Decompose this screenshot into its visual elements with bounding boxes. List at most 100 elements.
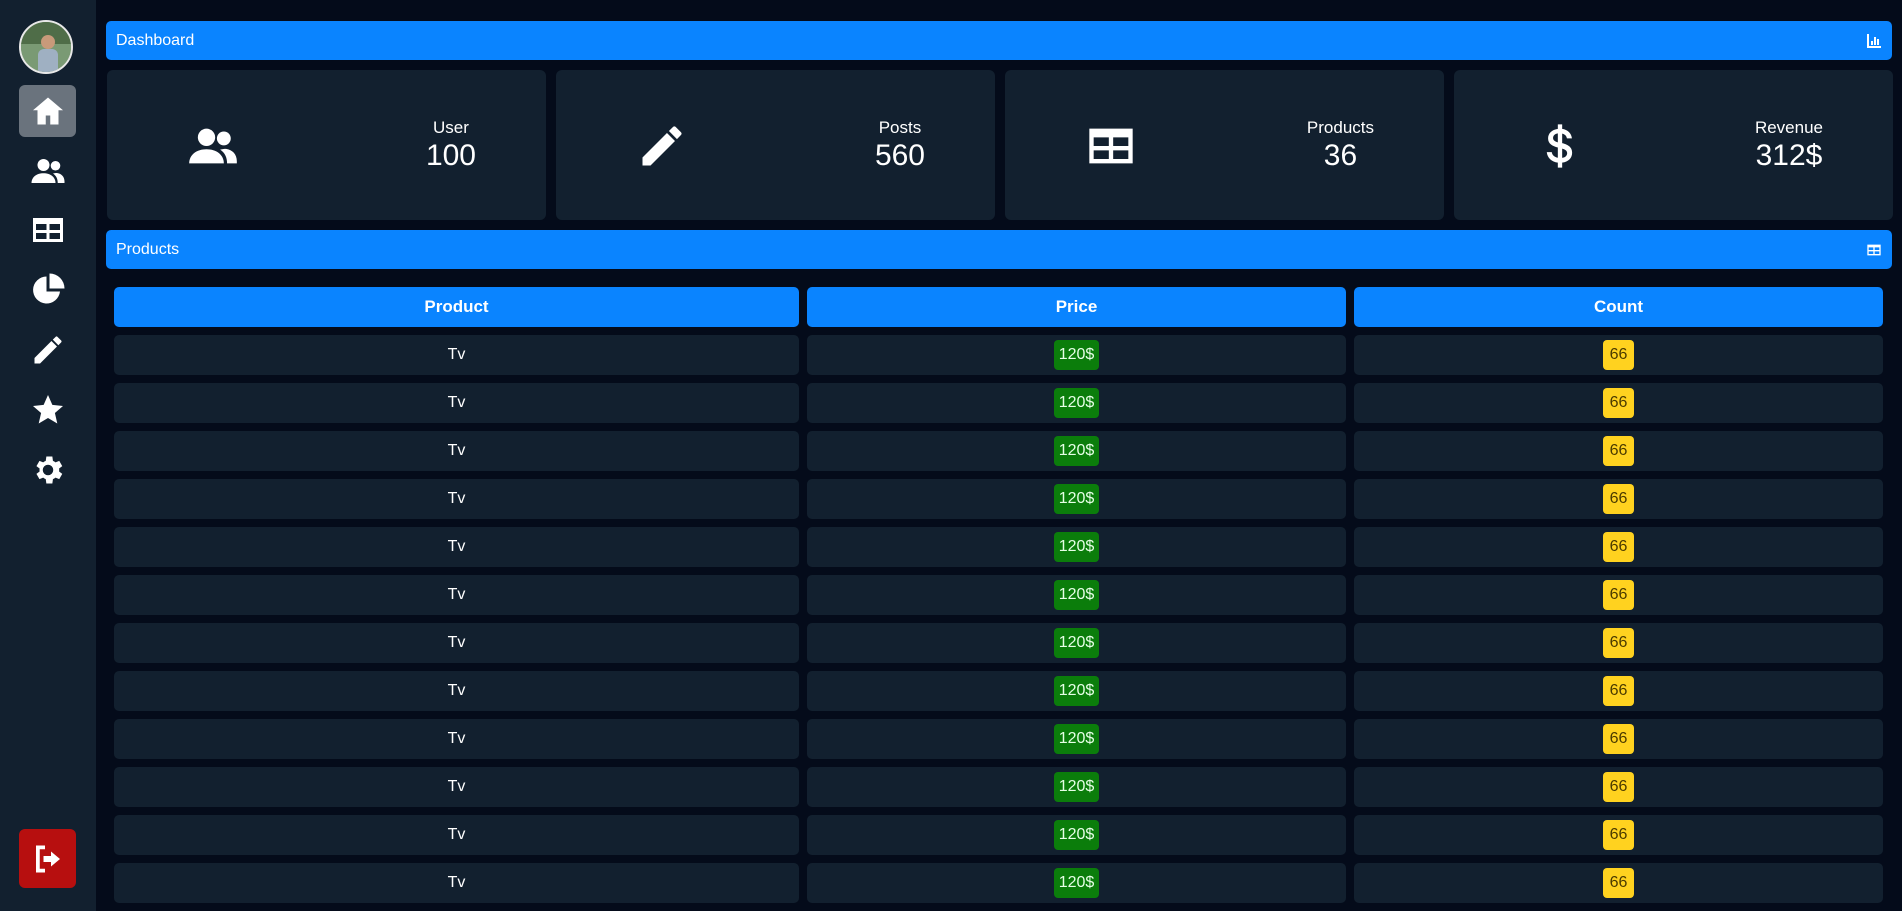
star-icon xyxy=(32,395,63,424)
cell-product: Tv xyxy=(114,575,799,615)
price-badge: 120$ xyxy=(1053,724,1100,754)
stat-card-posts: Posts 560 xyxy=(556,70,995,220)
stat-card-revenue: Revenue 312$ xyxy=(1454,70,1893,220)
cell-price: 120$ xyxy=(807,431,1346,471)
cell-count: 66 xyxy=(1354,671,1883,711)
count-badge: 66 xyxy=(1602,772,1635,802)
price-badge: 120$ xyxy=(1053,628,1100,658)
count-badge: 66 xyxy=(1602,484,1635,514)
stat-value: 100 xyxy=(425,139,476,172)
users-icon xyxy=(31,159,64,183)
home-icon xyxy=(32,97,63,125)
cell-product: Tv xyxy=(114,623,799,663)
cell-count: 66 xyxy=(1354,335,1883,375)
user-avatar[interactable] xyxy=(19,20,73,74)
price-badge: 120$ xyxy=(1053,772,1100,802)
price-badge: 120$ xyxy=(1053,868,1100,898)
price-badge: 120$ xyxy=(1053,484,1100,514)
cell-price: 120$ xyxy=(807,335,1346,375)
cell-count: 66 xyxy=(1354,815,1883,855)
count-badge: 66 xyxy=(1602,436,1635,466)
column-header-price[interactable]: Price xyxy=(807,287,1346,327)
pie-chart-icon xyxy=(32,273,64,304)
stat-label: Revenue xyxy=(1754,118,1823,137)
cell-price: 120$ xyxy=(807,575,1346,615)
count-badge: 66 xyxy=(1602,820,1635,850)
cell-product: Tv xyxy=(114,527,799,567)
count-badge: 66 xyxy=(1602,628,1635,658)
cell-product: Tv xyxy=(114,671,799,711)
price-badge: 120$ xyxy=(1053,436,1100,466)
products-header: Products xyxy=(106,230,1892,269)
cell-product: Tv xyxy=(114,479,799,519)
cell-product: Tv xyxy=(114,335,799,375)
cell-price: 120$ xyxy=(807,863,1346,903)
table-icon xyxy=(32,218,63,242)
cell-product: Tv xyxy=(114,863,799,903)
table-icon[interactable] xyxy=(1866,242,1882,258)
stat-value: 36 xyxy=(1323,139,1358,172)
nav-home[interactable] xyxy=(19,85,76,137)
cell-count: 66 xyxy=(1354,767,1883,807)
cell-price: 120$ xyxy=(807,671,1346,711)
cell-price: 120$ xyxy=(807,479,1346,519)
price-badge: 120$ xyxy=(1053,580,1100,610)
count-badge: 66 xyxy=(1602,676,1635,706)
price-badge: 120$ xyxy=(1053,532,1100,562)
count-badge: 66 xyxy=(1602,868,1635,898)
logout-icon xyxy=(35,845,60,872)
price-badge: 120$ xyxy=(1053,340,1100,370)
stat-label: Posts xyxy=(878,118,922,137)
gear-icon xyxy=(35,456,62,484)
pencil-icon xyxy=(636,120,688,172)
stat-value: 560 xyxy=(874,139,925,172)
cell-product: Tv xyxy=(114,815,799,855)
cell-count: 66 xyxy=(1354,431,1883,471)
nav-users[interactable] xyxy=(19,145,76,197)
price-badge: 120$ xyxy=(1053,820,1100,850)
page-title: Dashboard xyxy=(116,31,195,49)
stat-card-users: User 100 xyxy=(107,70,546,220)
section-title: Products xyxy=(116,240,180,258)
column-header-product[interactable]: Product xyxy=(114,287,799,327)
cell-product: Tv xyxy=(114,767,799,807)
stat-label: User xyxy=(433,118,469,137)
cell-count: 66 xyxy=(1354,479,1883,519)
cell-count: 66 xyxy=(1354,575,1883,615)
nav-settings[interactable] xyxy=(19,444,76,496)
count-badge: 66 xyxy=(1602,532,1635,562)
cell-price: 120$ xyxy=(807,719,1346,759)
cell-product: Tv xyxy=(114,431,799,471)
cell-price: 120$ xyxy=(807,383,1346,423)
users-icon xyxy=(187,120,239,172)
cell-count: 66 xyxy=(1354,383,1883,423)
cell-price: 120$ xyxy=(807,815,1346,855)
dashboard-header: Dashboard xyxy=(106,21,1892,60)
nav-table[interactable] xyxy=(19,204,76,256)
nav-favorites[interactable] xyxy=(19,384,76,436)
chart-icon[interactable] xyxy=(1866,33,1882,49)
cell-product: Tv xyxy=(114,383,799,423)
count-badge: 66 xyxy=(1602,724,1635,754)
count-badge: 66 xyxy=(1602,340,1635,370)
nav-posts[interactable] xyxy=(19,324,76,376)
count-badge: 66 xyxy=(1602,388,1635,418)
nav-analytics[interactable] xyxy=(19,264,76,316)
column-header-count[interactable]: Count xyxy=(1354,287,1883,327)
price-badge: 120$ xyxy=(1053,388,1100,418)
cell-product: Tv xyxy=(114,719,799,759)
stat-card-products: Products 36 xyxy=(1005,70,1444,220)
table-icon xyxy=(1085,120,1137,172)
cell-count: 66 xyxy=(1354,527,1883,567)
cell-count: 66 xyxy=(1354,863,1883,903)
stat-label: Products xyxy=(1306,118,1374,137)
sidebar xyxy=(0,0,96,911)
cell-count: 66 xyxy=(1354,719,1883,759)
cell-price: 120$ xyxy=(807,527,1346,567)
logout-button[interactable] xyxy=(19,829,76,888)
price-badge: 120$ xyxy=(1053,676,1100,706)
pencil-icon xyxy=(34,336,61,364)
cell-price: 120$ xyxy=(807,767,1346,807)
cell-price: 120$ xyxy=(807,623,1346,663)
stat-value: 312$ xyxy=(1755,139,1823,172)
